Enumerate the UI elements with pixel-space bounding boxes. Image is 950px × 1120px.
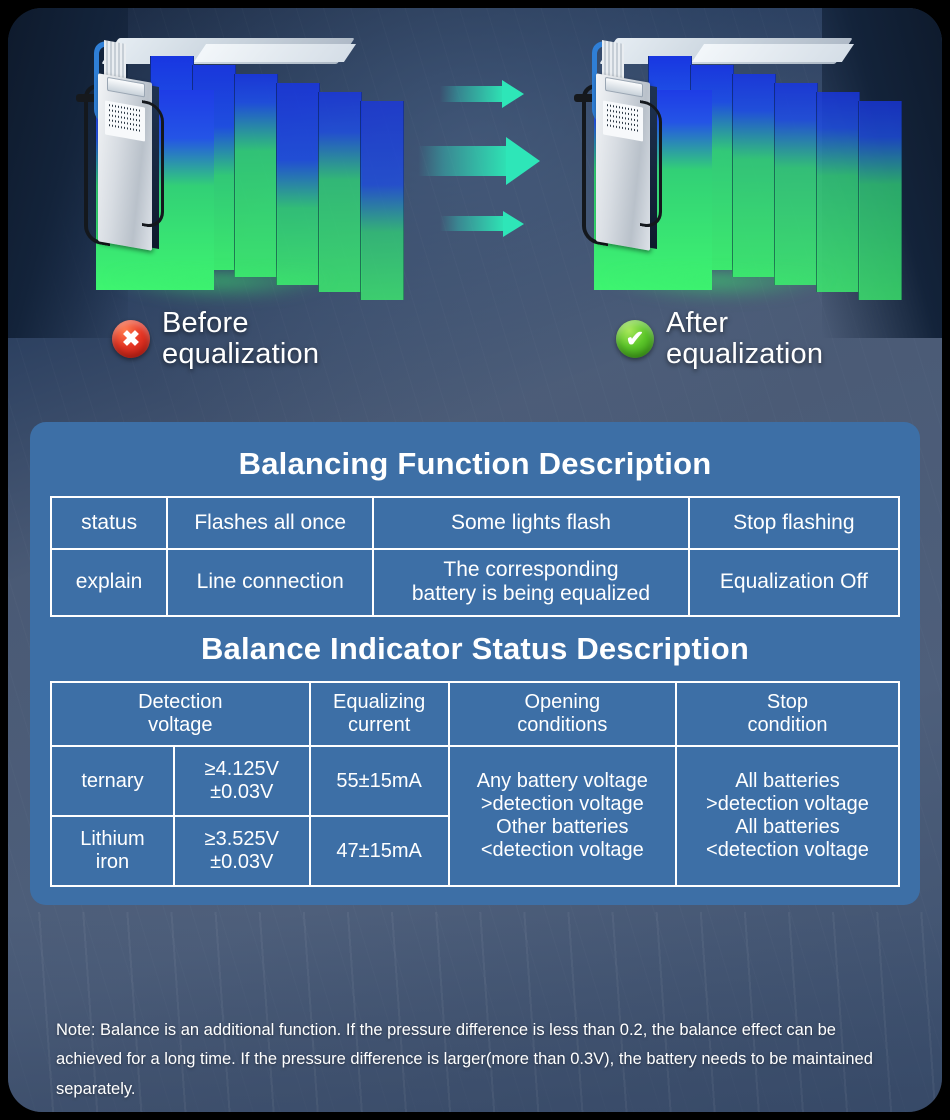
caption-before-line2: equalization (162, 337, 320, 370)
battery-cell (318, 92, 362, 293)
cell-type-ternary: ternary (50, 745, 175, 818)
cell-voltage-ternary: ≥4.125V ±0.03V (172, 745, 311, 818)
caption-before: ✖ Before equalization (112, 308, 319, 369)
battery-cell (234, 74, 278, 278)
cell-current-ternary: 55±15mA (308, 745, 450, 818)
check-icon: ✔ (616, 319, 654, 358)
cell-explain-line-connection: Line connection (166, 548, 375, 617)
info-panel: Balancing Function Description status Fl… (30, 422, 920, 906)
arrow-right-icon-small-top (440, 80, 524, 108)
caption-after: ✔ After equalization (616, 308, 823, 369)
header-stop-condition-line1: Stop (766, 690, 809, 713)
panel-title-balancing-function: Balancing Function Description (238, 446, 712, 481)
pack-cable-secondary (142, 100, 164, 230)
table-row: explain Line connection The correspondin… (49, 548, 901, 617)
cell-voltage-lithium-iron-line1: ≥3.525V (204, 827, 279, 850)
cell-voltage-lithium-iron: ≥3.525V ±0.03V (172, 815, 311, 888)
page-root: ✖ Before equalization ✔ After equalizati… (0, 0, 950, 1120)
cell-status-label: status (49, 496, 169, 550)
cell-current-lithium-iron: 47±15mA (308, 815, 450, 888)
cell-type-lithium-iron-line1: Lithium (80, 827, 145, 850)
pack-body-before (76, 36, 404, 300)
transition-arrows (418, 68, 544, 258)
cell-status-some-lights-flash: Some lights flash (372, 496, 690, 550)
arrow-right-icon-small-bottom (440, 210, 524, 237)
battery-cell (732, 74, 776, 278)
cell-voltage-ternary-line1: ≥4.125V (204, 757, 279, 780)
cell-voltage-ternary-line2: ±0.03V (210, 781, 274, 804)
header-equalizing-current-line1: Equalizing (333, 690, 426, 713)
cell-explain-label: explain (49, 548, 169, 617)
stop-condition-line1: All batteries (735, 769, 840, 792)
panel-title-balance-indicator: Balance Indicator Status Description (200, 630, 750, 666)
bms-label (105, 100, 145, 142)
cell-explain-being-equalized: The corresponding battery is being equal… (372, 548, 690, 617)
hero-comparison: ✖ Before equalization ✔ After equalizati… (8, 8, 942, 408)
header-opening-conditions: Opening conditions (447, 680, 677, 748)
table-row-ternary: ternary ≥4.125V ±0.03V 55±15mA Any batte… (50, 745, 901, 888)
arrow-right-icon-large-mid (418, 137, 540, 185)
caption-before-line1: Before (162, 307, 249, 339)
caption-after-line1: After (666, 307, 729, 339)
caption-after-line2: equalization (666, 337, 824, 370)
header-stop-condition: Stop condition (674, 680, 901, 748)
battery-cell (276, 83, 320, 285)
battery-cell (774, 83, 818, 285)
pack-cable-secondary (640, 100, 662, 230)
table-header-row: Detection voltage Equalizing current Ope… (50, 680, 901, 748)
cross-icon: ✖ (112, 319, 150, 358)
table-row: status Flashes all once Some lights flas… (49, 496, 901, 550)
bms-connector (107, 76, 145, 98)
header-detection-voltage: Detection voltage (50, 680, 311, 748)
stop-condition-line3: All batteries (735, 816, 840, 839)
stop-condition-line4: <detection voltage (706, 839, 869, 862)
cell-explain-being-equalized-line1: The corresponding (443, 558, 619, 581)
caption-after-text: After equalization (666, 308, 823, 369)
bms-label (603, 100, 643, 142)
battery-cell (858, 101, 902, 300)
cell-opening-conditions: Any battery voltage >detection voltage O… (447, 745, 677, 888)
header-stop-condition-line2: condition (747, 713, 828, 736)
cell-status-stop-flashing: Stop flashing (687, 496, 901, 550)
balance-indicator-status-table: Detection voltage Equalizing current Ope… (50, 680, 901, 888)
cell-explain-being-equalized-line2: battery is being equalized (411, 582, 651, 606)
pack-body-after (574, 36, 902, 300)
battery-pack-before (76, 36, 404, 330)
header-detection-voltage-line1: Detection (138, 690, 223, 713)
bms-connector (605, 76, 643, 98)
footnote: Note: Balance is an additional function.… (56, 1021, 873, 1098)
cell-status-flashes-all-once: Flashes all once (166, 496, 375, 550)
cell-stop-condition: All batteries >detection voltage All bat… (674, 745, 901, 888)
balancing-function-table: status Flashes all once Some lights flas… (49, 496, 901, 617)
header-equalizing-current: Equalizing current (308, 680, 450, 748)
opening-conditions-line2: >detection voltage (480, 792, 644, 815)
battery-pack-after (574, 36, 902, 330)
battery-cell (360, 101, 404, 300)
cell-type-lithium-iron: Lithium iron (50, 815, 175, 888)
stop-condition-line2: >detection voltage (706, 792, 869, 815)
opening-conditions-line3: Other batteries (496, 816, 629, 839)
cell-explain-equalization-off: Equalization Off (687, 548, 901, 617)
header-opening-conditions-line1: Opening (524, 690, 601, 713)
cell-voltage-lithium-iron-line2: ±0.03V (210, 851, 274, 874)
caption-before-text: Before equalization (162, 308, 319, 369)
header-detection-voltage-line2: voltage (148, 713, 213, 736)
page-inner-frame: ✖ Before equalization ✔ After equalizati… (8, 8, 942, 1112)
battery-cell (816, 92, 860, 293)
cell-type-lithium-iron-line2: iron (95, 851, 130, 874)
opening-conditions-line4: <detection voltage (480, 839, 644, 862)
opening-conditions-line1: Any battery voltage (476, 769, 648, 792)
header-opening-conditions-line2: conditions (517, 713, 608, 736)
header-equalizing-current-line2: current (348, 713, 411, 736)
